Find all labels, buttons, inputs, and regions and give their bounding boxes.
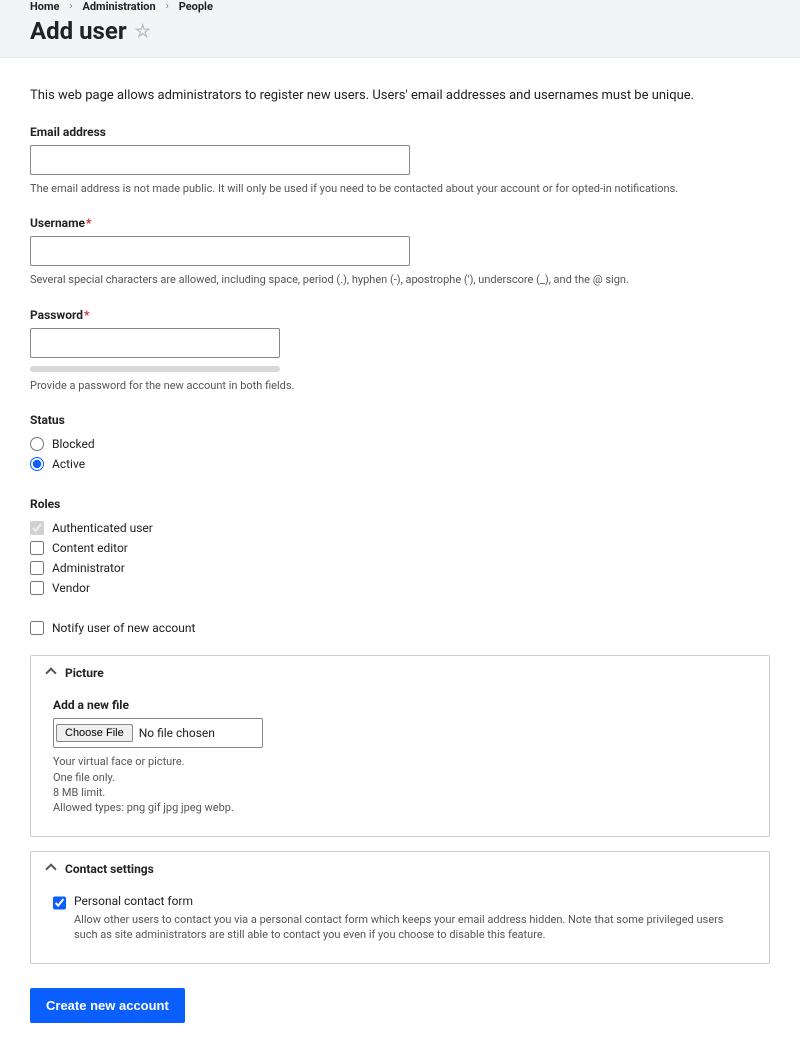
password-label: Password* <box>30 308 770 322</box>
checkbox-editor-label: Content editor <box>52 541 128 555</box>
panel-picture-summary[interactable]: Picture <box>31 656 769 690</box>
checkbox-content-editor[interactable] <box>30 541 44 555</box>
panel-contact-body: Personal contact form Allow other users … <box>31 886 769 963</box>
radio-active-label: Active <box>52 457 85 471</box>
intro-text: This web page allows administrators to r… <box>30 88 770 103</box>
checkbox-notify-label: Notify user of new account <box>52 621 195 635</box>
password-label-text: Password <box>30 308 83 322</box>
checkbox-vendor-label: Vendor <box>52 581 90 595</box>
checkbox-authenticated <box>30 521 44 535</box>
username-input[interactable] <box>30 236 410 266</box>
create-account-button[interactable]: Create new account <box>30 988 185 1023</box>
panel-picture-body: Add a new file Choose File No file chose… <box>31 690 769 836</box>
role-option-administrator[interactable]: Administrator <box>30 561 770 575</box>
email-input[interactable] <box>30 145 410 175</box>
email-label: Email address <box>30 125 770 139</box>
picture-help-3: 8 MB limit. <box>53 785 747 800</box>
fieldset-roles: Roles Authenticated user Content editor … <box>30 497 770 601</box>
radio-active[interactable] <box>30 457 44 471</box>
checkbox-vendor[interactable] <box>30 581 44 595</box>
notify-option[interactable]: Notify user of new account <box>30 621 770 635</box>
field-notify: Notify user of new account <box>30 621 770 635</box>
file-input-wrapper[interactable]: Choose File No file chosen <box>53 718 263 748</box>
password-help: Provide a password for the new account i… <box>30 378 770 393</box>
required-marker: * <box>86 216 91 230</box>
panel-picture-title: Picture <box>65 666 104 680</box>
status-option-blocked[interactable]: Blocked <box>30 437 770 451</box>
file-chosen-text: No file chosen <box>139 726 215 740</box>
checkbox-authenticated-label: Authenticated user <box>52 521 153 535</box>
fieldset-status: Status Blocked Active <box>30 413 770 477</box>
roles-legend: Roles <box>30 497 60 511</box>
page-header: Home › Administration › People Add user … <box>0 0 800 58</box>
required-marker: * <box>84 308 89 322</box>
checkbox-administrator[interactable] <box>30 561 44 575</box>
star-icon[interactable]: ☆ <box>135 21 151 42</box>
breadcrumb-administration[interactable]: Administration <box>82 0 155 13</box>
breadcrumb-people[interactable]: People <box>179 0 213 13</box>
role-option-authenticated: Authenticated user <box>30 521 770 535</box>
picture-help: Your virtual face or picture. One file o… <box>53 754 747 816</box>
radio-blocked-label: Blocked <box>52 437 95 451</box>
checkbox-personal-contact[interactable] <box>53 896 66 910</box>
checkbox-admin-label: Administrator <box>52 561 125 575</box>
status-option-active[interactable]: Active <box>30 457 770 471</box>
contact-option: Personal contact form Allow other users … <box>53 894 747 943</box>
status-legend: Status <box>30 413 65 427</box>
role-option-editor[interactable]: Content editor <box>30 541 770 555</box>
field-email: Email address The email address is not m… <box>30 125 770 196</box>
choose-file-button[interactable]: Choose File <box>56 724 133 742</box>
chevron-right-icon: › <box>166 1 169 12</box>
field-username: Username* Several special characters are… <box>30 216 770 287</box>
breadcrumb: Home › Administration › People <box>30 0 770 13</box>
email-help: The email address is not made public. It… <box>30 181 770 196</box>
field-password: Password* Provide a password for the new… <box>30 308 770 393</box>
panel-contact-title: Contact settings <box>65 862 154 876</box>
username-help: Several special characters are allowed, … <box>30 272 770 287</box>
password-strength-meter <box>30 366 280 372</box>
checkbox-notify[interactable] <box>30 621 44 635</box>
username-label: Username* <box>30 216 770 230</box>
page-title: Add user ☆ <box>30 17 770 45</box>
panel-contact-summary[interactable]: Contact settings <box>31 852 769 886</box>
username-label-text: Username <box>30 216 85 230</box>
role-option-vendor[interactable]: Vendor <box>30 581 770 595</box>
page-title-text: Add user <box>30 17 127 45</box>
contact-help: Allow other users to contact you via a p… <box>74 912 747 943</box>
picture-help-4: Allowed types: png gif jpg jpeg webp. <box>53 800 747 815</box>
panel-picture: Picture Add a new file Choose File No fi… <box>30 655 770 837</box>
chevron-down-icon <box>45 668 56 679</box>
breadcrumb-home[interactable]: Home <box>30 0 59 13</box>
chevron-right-icon: › <box>69 1 72 12</box>
picture-add-label: Add a new file <box>53 698 747 712</box>
panel-contact: Contact settings Personal contact form A… <box>30 851 770 964</box>
form-content: This web page allows administrators to r… <box>0 58 800 1053</box>
password-input[interactable] <box>30 328 280 358</box>
picture-help-1: Your virtual face or picture. <box>53 754 747 769</box>
radio-blocked[interactable] <box>30 437 44 451</box>
chevron-down-icon <box>45 863 56 874</box>
picture-help-2: One file only. <box>53 770 747 785</box>
contact-checkbox-label: Personal contact form <box>74 894 747 908</box>
